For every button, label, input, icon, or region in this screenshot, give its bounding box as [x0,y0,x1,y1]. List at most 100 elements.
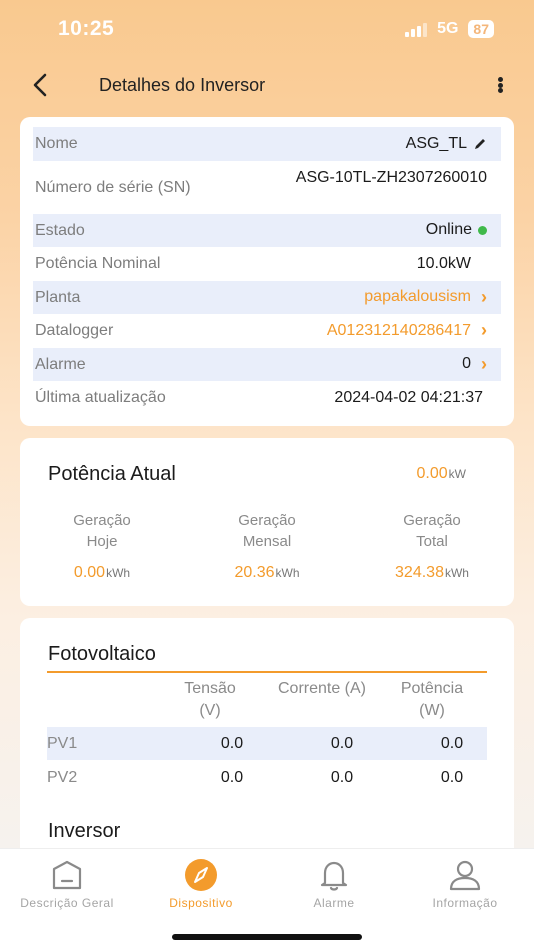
user-icon [449,860,481,891]
more-dot-icon [497,82,503,88]
pv-voltage: 0.0 [220,734,244,752]
section-divider [47,671,487,673]
chevron-right-icon: › [481,320,487,341]
gen-label: Geração Total [403,512,461,550]
gen-number: 20.36 [234,564,275,581]
tab-overview[interactable]: Descrição Geral [2,857,132,910]
alarm-count-value[interactable]: 0 [462,355,471,373]
pencil-icon[interactable] [473,137,487,151]
info-label: Nome [35,135,78,153]
header-text: Tensão (V) [184,680,236,719]
column-header-current: Corrente (A) [272,678,372,700]
current-power-card: Potência Atual 0.00kW Geração Hoje 0.00k… [20,438,514,606]
generation-today: Geração Hoje 0.00kWh [32,510,172,582]
more-options-button[interactable] [494,72,506,98]
current-power-value: 0.00kW [417,465,466,483]
info-label: Última atualização [35,389,166,407]
gen-number: 0.00 [73,564,106,581]
info-label: Datalogger [35,322,114,340]
pv-string-name: PV2 [47,768,78,786]
back-button[interactable] [26,70,56,100]
pv-voltage: 0.0 [220,768,244,786]
generation-monthly: Geração Mensal 20.36kWh [197,510,337,582]
chevron-right-icon: › [481,353,487,374]
info-row-last-update: Última atualização 2024-04-02 04:21:37 [33,381,501,415]
info-label: Planta [35,288,81,306]
status-indicators: 5G 87 [405,20,494,38]
pv-current: 0.0 [330,768,354,786]
gen-unit: kWh [106,566,131,580]
header-text: Potência (W) [400,680,464,719]
power-title: Potência Atual [48,463,176,485]
tab-label: Dispositivo [169,896,233,910]
gen-label: Geração Mensal [238,512,296,550]
pv-section-title: Fotovoltaico [48,643,156,665]
gen-unit: kWh [444,566,469,580]
page-title: Detalhes do Inversor [99,75,266,95]
header: Detalhes do Inversor [0,62,534,110]
tab-alarm[interactable]: Alarme [269,857,399,910]
info-label: Estado [35,221,85,239]
info-value: 0 › [462,354,487,375]
online-status-icon [478,225,487,235]
status-time: 10:25 [58,17,115,40]
info-row-alarm[interactable]: Alarme 0 › [33,347,501,381]
inverter-section-title: Inversor [48,820,121,842]
info-row-datalogger[interactable]: Datalogger A012312140286417 › [33,314,501,348]
chevron-left-icon [33,73,47,97]
gen-number: 324.38 [395,564,444,581]
info-row-nominal-power: Potência Nominal 10.0kW [33,247,501,281]
last-update-value: 2024-04-02 04:21:37 [334,388,483,406]
info-value: Online [426,221,487,239]
photovoltaic-card: Fotovoltaico Tensão (V) Corrente (A) Pot… [20,618,514,868]
info-row-status: Estado Online [33,213,501,247]
pv-power: 0.0 [440,734,464,752]
column-header-power: Potência (W) [382,678,482,722]
current-power-unit: kW [448,467,466,481]
pv-string-name: PV1 [47,734,78,752]
status-value: Online [425,221,472,239]
compass-icon [185,859,217,891]
info-label: Alarme [35,355,86,373]
status-bar: 10:25 5G 87 [0,0,534,60]
gen-value: 20.36kWh [197,564,337,582]
header-text: Corrente (A) [277,680,367,697]
gen-value: 324.38kWh [362,564,502,582]
pv-current: 0.0 [330,734,354,752]
bell-icon [320,861,348,891]
gen-label: Geração Hoje [73,512,131,550]
battery-icon: 87 [468,20,494,38]
tab-device[interactable]: Dispositivo [136,857,266,910]
plant-link[interactable]: papakalousism [364,288,471,306]
more-dot-icon [497,88,503,93]
inverter-info-card: Nome ASG_TL Número de série (SN) ASG-10T… [20,117,514,426]
gen-value: 0.00kWh [32,564,172,582]
info-value: A012312140286417 › [327,320,487,341]
overview-icon [52,860,82,890]
nominal-power-value: 10.0kW [416,254,471,272]
info-row-name[interactable]: Nome ASG_TL [33,127,501,161]
network-label: 5G [437,20,459,37]
home-indicator [172,934,362,940]
info-value: papakalousism › [364,287,487,308]
info-row-plant[interactable]: Planta papakalousism › [33,280,501,314]
more-dot-icon [497,77,503,82]
info-label: Número de série (SN) [35,178,191,196]
serial-number-value: ASG-10TL-ZH2307260010 [295,168,487,186]
datalogger-link[interactable]: A012312140286417 [327,322,471,340]
tab-label: Descrição Geral [20,896,114,910]
info-label: Potência Nominal [35,255,161,273]
column-header-voltage: Tensão (V) [160,678,260,722]
chevron-right-icon: › [481,286,487,307]
tab-label: Alarme [313,896,355,910]
gen-unit: kWh [275,566,300,580]
signal-icon [405,21,428,37]
current-power-number: 0.00 [416,465,448,482]
inverter-name-value: ASG_TL [405,134,467,152]
table-row: PV2 0.0 0.0 0.0 [47,761,487,794]
tab-information[interactable]: Informação [400,857,530,910]
info-value: ASG_TL [406,135,487,153]
pv-power: 0.0 [440,768,464,786]
generation-total: Geração Total 324.38kWh [362,510,502,582]
tab-label: Informação [432,896,498,910]
